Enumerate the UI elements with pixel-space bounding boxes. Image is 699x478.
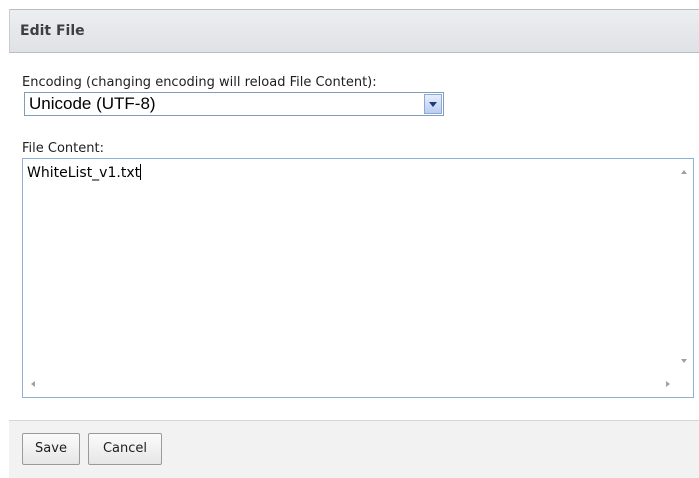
save-button[interactable]: Save bbox=[22, 433, 80, 465]
file-content-textarea[interactable]: WhiteList_v1.txt bbox=[22, 158, 694, 398]
file-content-label: File Content: bbox=[22, 141, 104, 156]
dialog-title: Edit File bbox=[20, 23, 85, 39]
chevron-down-icon bbox=[429, 102, 437, 107]
encoding-selected-value: Unicode (UTF-8) bbox=[29, 94, 156, 113]
encoding-label: Encoding (changing encoding will reload … bbox=[22, 75, 377, 90]
file-content-text: WhiteList_v1.txt bbox=[27, 164, 142, 181]
cancel-button[interactable]: Cancel bbox=[88, 433, 162, 465]
edit-file-dialog: Edit File Encoding (changing encoding wi… bbox=[0, 0, 699, 478]
vertical-scrollbar[interactable] bbox=[676, 159, 693, 371]
scroll-up-icon[interactable] bbox=[681, 170, 687, 174]
text-caret bbox=[140, 164, 142, 180]
file-content-value: WhiteList_v1.txt bbox=[27, 165, 141, 181]
encoding-select[interactable]: Unicode (UTF-8) bbox=[24, 92, 444, 116]
scroll-right-icon[interactable] bbox=[666, 381, 670, 387]
dropdown-button[interactable] bbox=[424, 94, 442, 114]
dialog-header: Edit File bbox=[9, 9, 699, 53]
scroll-left-icon[interactable] bbox=[31, 381, 35, 387]
horizontal-scrollbar[interactable] bbox=[23, 371, 676, 397]
scroll-down-icon[interactable] bbox=[681, 359, 687, 363]
